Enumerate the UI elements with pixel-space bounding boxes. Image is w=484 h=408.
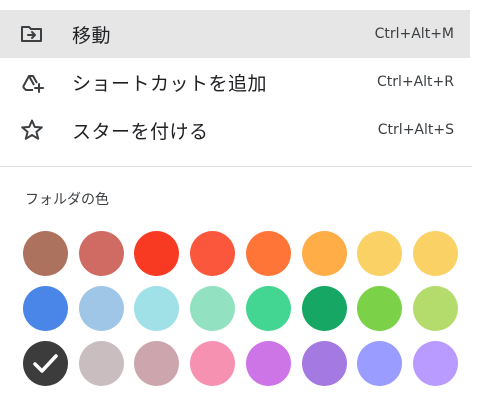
color-swatch[interactable] [134,341,179,386]
menu-item-star[interactable]: スターを付ける Ctrl+Alt+S [0,106,470,154]
color-swatch[interactable] [302,231,347,276]
menu-item-shortcut: Ctrl+Alt+R [376,74,454,90]
color-swatch[interactable] [79,286,124,331]
menu-item-label: ショートカットを追加 [72,72,268,95]
color-swatch[interactable] [357,341,402,386]
menu-item-shortcut: Ctrl+Alt+M [374,26,454,42]
menu-item-add-shortcut[interactable]: ショートカットを追加 Ctrl+Alt+R [0,58,470,106]
menu-divider [0,166,472,167]
color-swatch[interactable] [246,286,291,331]
color-swatch[interactable] [23,341,68,386]
color-swatch[interactable] [246,231,291,276]
menu-item-label: 移動 [72,24,112,47]
menu-item-label: スターを付ける [72,120,209,143]
menu-right-edge [474,0,484,408]
color-swatch[interactable] [302,341,347,386]
color-swatch[interactable] [357,286,402,331]
color-swatch[interactable] [79,341,124,386]
color-swatch[interactable] [246,341,291,386]
folder-color-title: フォルダの色 [25,192,109,208]
color-swatch[interactable] [413,231,458,276]
move-folder-icon [19,22,45,46]
menu-item-move[interactable]: 移動 Ctrl+Alt+M [0,10,470,58]
context-menu: 移動 Ctrl+Alt+M ショートカットを追加 Ctrl+Alt+R スターを… [0,0,484,408]
color-swatch[interactable] [302,286,347,331]
color-swatch[interactable] [79,231,124,276]
color-swatch[interactable] [23,286,68,331]
color-swatch[interactable] [413,286,458,331]
color-swatch[interactable] [134,231,179,276]
color-swatch[interactable] [413,341,458,386]
checkmark-icon [33,354,58,373]
star-outline-icon [19,118,45,142]
folder-color-palette [23,231,459,391]
menu-item-shortcut: Ctrl+Alt+S [377,122,454,138]
color-swatch[interactable] [23,231,68,276]
color-swatch[interactable] [190,341,235,386]
color-swatch[interactable] [190,231,235,276]
color-swatch[interactable] [190,286,235,331]
color-swatch[interactable] [357,231,402,276]
color-swatch[interactable] [134,286,179,331]
add-shortcut-icon [19,70,45,94]
